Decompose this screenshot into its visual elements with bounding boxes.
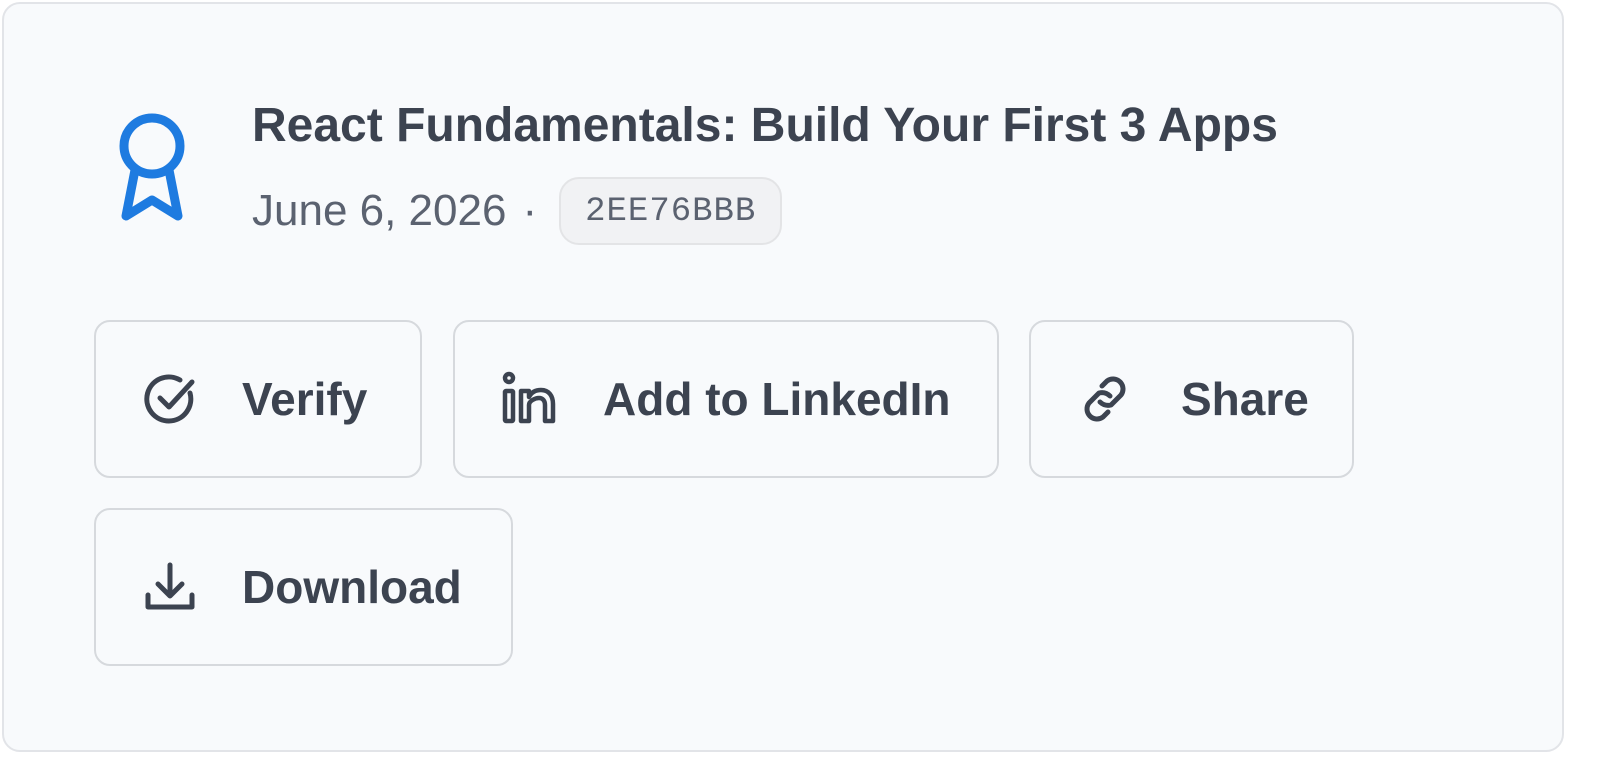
award-ribbon-icon bbox=[119, 113, 185, 221]
meta-separator: · bbox=[522, 186, 538, 235]
verify-button-label: Verify bbox=[242, 373, 368, 425]
add-to-linkedin-button[interactable]: Add to LinkedIn bbox=[453, 320, 999, 478]
certificate-code-badge: 2EE76BBB bbox=[559, 177, 783, 245]
download-button-label: Download bbox=[242, 561, 462, 613]
share-button[interactable]: Share bbox=[1029, 320, 1354, 478]
certificate-card: React Fundamentals: Build Your First 3 A… bbox=[2, 2, 1564, 752]
add-to-linkedin-label: Add to LinkedIn bbox=[603, 373, 951, 425]
download-button[interactable]: Download bbox=[94, 508, 513, 666]
link-icon bbox=[1084, 376, 1126, 422]
issue-date: June 6, 2026 bbox=[252, 186, 507, 235]
download-icon bbox=[145, 562, 195, 610]
certificate-info: React Fundamentals: Build Your First 3 A… bbox=[252, 96, 1278, 246]
share-button-label: Share bbox=[1181, 373, 1309, 425]
certificate-header: React Fundamentals: Build Your First 3 A… bbox=[112, 96, 1278, 246]
check-circle-icon bbox=[144, 374, 195, 424]
verify-button[interactable]: Verify bbox=[94, 320, 422, 478]
certificate-title: React Fundamentals: Build Your First 3 A… bbox=[252, 99, 1278, 152]
certificate-meta: June 6, 2026 · 2EE76BBB bbox=[252, 176, 1278, 246]
linkedin-icon bbox=[502, 371, 556, 424]
